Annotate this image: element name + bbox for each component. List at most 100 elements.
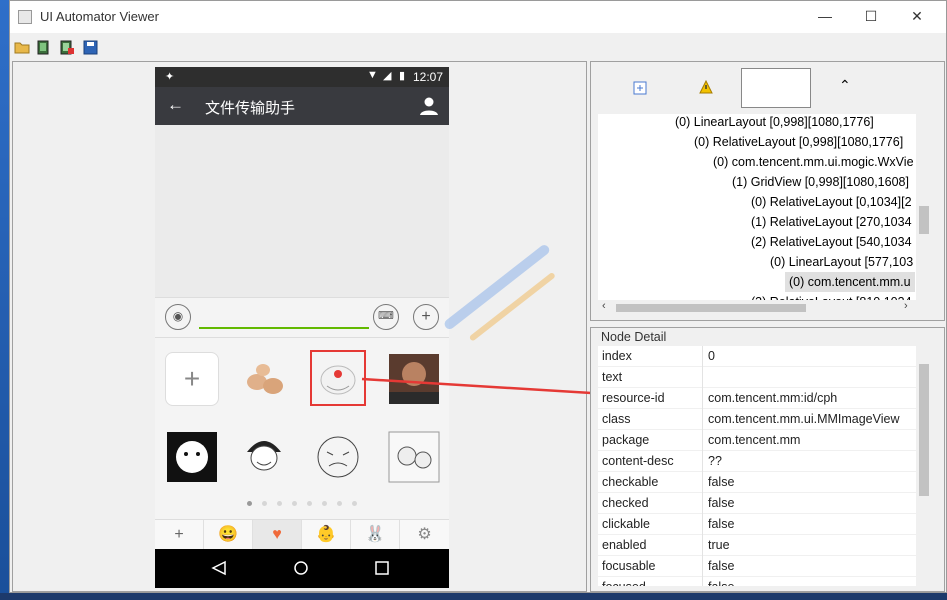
device-screenshot-icon[interactable] (36, 40, 52, 55)
screenshot-pane: ✦ ▼ ◢ ▮ 12:07 ← 文件传输助手 ◉ ⌨ + + + 😀 ♥ 👶 🐰… (12, 61, 587, 592)
detail-value[interactable]: false (708, 472, 916, 492)
hierarchy-tree[interactable]: (0) LinearLayout [0,998][1080,1776] (0) R… (598, 114, 916, 300)
detail-row[interactable]: resource-id com.tencent.mm:id/cph (598, 388, 916, 409)
more-actions-icon[interactable]: + (413, 304, 439, 330)
battery-icon: ▮ (399, 70, 406, 82)
warning-toggle-icon[interactable] (699, 80, 713, 94)
tree-node[interactable]: (0) RelativeLayout [0,1034][2 (751, 192, 912, 212)
phone-status-bar: ✦ ▼ ◢ ▮ 12:07 (155, 67, 449, 87)
keyboard-toggle-icon[interactable]: ⌨ (373, 304, 399, 330)
detail-vertical-scrollbar[interactable] (916, 346, 932, 586)
tree-vertical-scrollbar[interactable] (916, 114, 932, 300)
minimize-button[interactable]: — (802, 1, 848, 31)
detail-row[interactable]: index 0 (598, 346, 916, 367)
toolbar (10, 35, 946, 61)
page-indicator (247, 501, 367, 509)
round-face-sticker[interactable] (311, 352, 365, 406)
detail-value[interactable]: 0 (708, 346, 916, 366)
chat-app-bar: ← 文件传输助手 (155, 87, 449, 125)
close-button[interactable]: ✕ (894, 1, 940, 31)
detail-row[interactable]: class com.tencent.mm.ui.MMImageView (598, 409, 916, 430)
detail-row[interactable]: focusable false (598, 556, 916, 577)
save-icon[interactable] (83, 40, 99, 55)
detail-row[interactable]: checkable false (598, 472, 916, 493)
tree-node[interactable]: (1) RelativeLayout [270,1034 (751, 212, 912, 232)
nav-recents-icon[interactable] (375, 561, 389, 575)
tree-node[interactable]: (0) com.tencent.mm.u (785, 272, 915, 292)
wifi-icon: ▼ (367, 69, 378, 81)
tree-node[interactable]: (0) LinearLayout [0,998][1080,1776] (675, 114, 874, 132)
hierarchy-toolbar: ⌃ (591, 62, 944, 112)
detail-value[interactable]: false (708, 514, 916, 534)
android-nav-bar (155, 549, 449, 588)
node-detail-pane: Node Detail index 0 text resource-id com.ten… (590, 327, 945, 592)
tab-favorites[interactable]: ♥ (253, 520, 302, 550)
detail-value[interactable]: com.tencent.mm:id/cph (708, 388, 916, 408)
tree-node[interactable]: (3) RelativeLayout [810,1034 (751, 292, 912, 300)
detail-key: enabled (602, 538, 647, 552)
detail-row[interactable]: content-desc?? (598, 451, 916, 472)
comic-panel-sticker[interactable] (387, 430, 441, 484)
detail-value[interactable]: false (708, 577, 916, 586)
tab-emoji[interactable]: 😀 (204, 520, 253, 550)
nav-back-icon[interactable] (211, 560, 227, 576)
detail-value[interactable]: true (708, 535, 916, 555)
maximize-button[interactable]: ☐ (848, 1, 894, 31)
add-sticker-button[interactable]: + (165, 352, 219, 406)
detail-key: class (602, 412, 631, 426)
crying-face-sticker[interactable] (311, 430, 365, 484)
detail-value[interactable]: false (708, 493, 916, 513)
detail-key: clickable (602, 517, 650, 531)
nav-home-icon[interactable] (293, 560, 309, 576)
tab-sticker-pack-1[interactable]: 👶 (302, 520, 351, 550)
tab-settings[interactable]: ⚙ (400, 520, 449, 550)
open-folder-icon[interactable] (14, 40, 30, 55)
page-dot (262, 501, 267, 506)
detail-row[interactable]: clickable false (598, 514, 916, 535)
app-icon (18, 10, 32, 24)
expand-all-icon[interactable] (633, 81, 647, 95)
tree-horizontal-scrollbar[interactable]: ‹ › (598, 300, 916, 316)
page-dot (307, 501, 312, 506)
mushroom-head-sticker[interactable] (237, 430, 291, 484)
detail-value[interactable]: ?? (708, 451, 916, 471)
detail-row[interactable]: text (598, 367, 916, 388)
device-screenshot[interactable]: ✦ ▼ ◢ ▮ 12:07 ← 文件传输助手 ◉ ⌨ + + + 😀 ♥ 👶 🐰… (155, 67, 449, 588)
contact-profile-icon[interactable] (419, 96, 439, 116)
back-arrow-icon[interactable]: ← (167, 95, 184, 115)
signal-icon: ◢ (383, 70, 392, 82)
chat-title: 文件传输助手 (205, 100, 296, 117)
detail-row[interactable]: package com.tencent.mm (598, 430, 916, 451)
device-screenshot-compressed-icon[interactable] (59, 40, 75, 55)
tree-node[interactable]: (0) com.tencent.mm.ui.mogic.WxVie (713, 152, 914, 172)
detail-value[interactable]: false (708, 556, 916, 576)
detail-row[interactable]: focused false (598, 577, 916, 586)
message-text-input[interactable] (199, 327, 369, 329)
page-dot (292, 501, 297, 506)
node-detail-title: Node Detail (601, 330, 667, 344)
detail-key: focused (602, 577, 702, 586)
detail-key: index (602, 349, 632, 363)
tree-node[interactable]: (1) GridView [0,998][1080,1608] (732, 172, 909, 192)
app-window: UI Automator Viewer — ☐ ✕ ✦ ▼ ◢ ▮ 12:07 (9, 0, 947, 593)
status-time: 12:07 (413, 70, 444, 84)
chat-input-bar: ◉ ⌨ + (155, 297, 449, 337)
detail-row[interactable]: checked false (598, 493, 916, 514)
detail-value[interactable]: com.tencent.mm (708, 430, 916, 450)
tree-node[interactable]: (0) LinearLayout [577,103 (770, 252, 913, 272)
title-bar: UI Automator Viewer — ☐ ✕ (10, 1, 946, 33)
detail-key: focusable (602, 559, 656, 573)
naf-toggle-box[interactable] (741, 68, 811, 108)
bear-meme-sticker[interactable] (165, 430, 219, 484)
tab-sticker-pack-2[interactable]: 🐰 (351, 520, 400, 550)
voice-input-icon[interactable]: ◉ (165, 304, 191, 330)
tree-node[interactable]: (0) RelativeLayout [0,998][1080,1776] (694, 132, 903, 152)
detail-row[interactable]: enabled true (598, 535, 916, 556)
rock-paper-scissors-sticker[interactable] (237, 352, 291, 406)
chevron-up-icon[interactable]: ⌃ (839, 77, 851, 94)
page-dot (277, 501, 282, 506)
tab-add[interactable]: + (155, 520, 204, 550)
detail-key: checkable (602, 475, 659, 489)
detail-value[interactable]: com.tencent.mm.ui.MMImageView (708, 409, 916, 429)
tree-node[interactable]: (2) RelativeLayout [540,1034 (751, 232, 912, 252)
